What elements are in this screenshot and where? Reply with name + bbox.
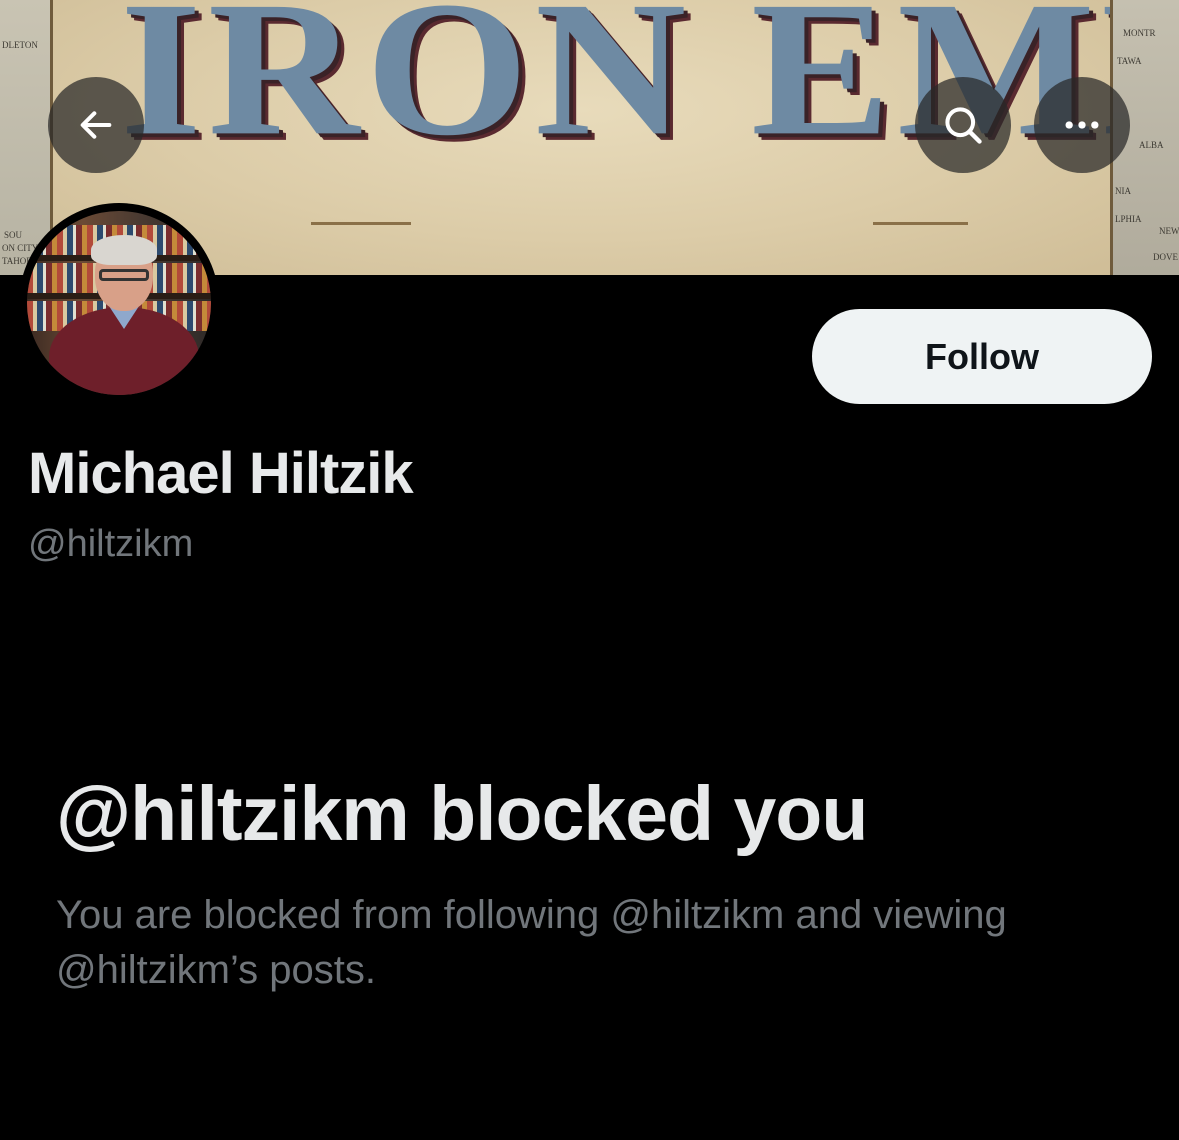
map-label: NEW xyxy=(1159,226,1179,236)
banner-ornament xyxy=(311,222,411,225)
display-name: Michael Hiltzik xyxy=(28,441,414,506)
map-label: SOU xyxy=(4,230,23,240)
search-button[interactable] xyxy=(915,77,1011,173)
person-glasses xyxy=(99,269,149,281)
map-label: NIA xyxy=(1115,186,1131,196)
more-horizontal-icon xyxy=(1065,121,1099,129)
search-icon xyxy=(945,107,982,144)
follow-button[interactable]: Follow xyxy=(812,309,1152,404)
person-hair xyxy=(91,235,157,265)
map-label: DLETON xyxy=(2,40,38,50)
banner-ornament xyxy=(873,222,968,225)
more-options-button[interactable] xyxy=(1034,77,1130,173)
map-label: TAWA xyxy=(1117,56,1142,66)
map-label: MONTR xyxy=(1123,28,1156,38)
back-button[interactable] xyxy=(48,77,144,173)
arrow-left-icon xyxy=(80,111,112,139)
map-label: DOVE xyxy=(1153,252,1178,262)
map-label: LPHIA xyxy=(1115,214,1142,224)
blocked-title: @hiltzikm blocked you xyxy=(56,771,868,857)
user-handle: @hiltzikm xyxy=(28,523,194,565)
map-label: ALBA xyxy=(1139,140,1164,150)
avatar-photo xyxy=(27,211,211,395)
profile-avatar[interactable] xyxy=(19,203,219,403)
blocked-description: You are blocked from following @hiltzikm… xyxy=(56,893,1007,992)
